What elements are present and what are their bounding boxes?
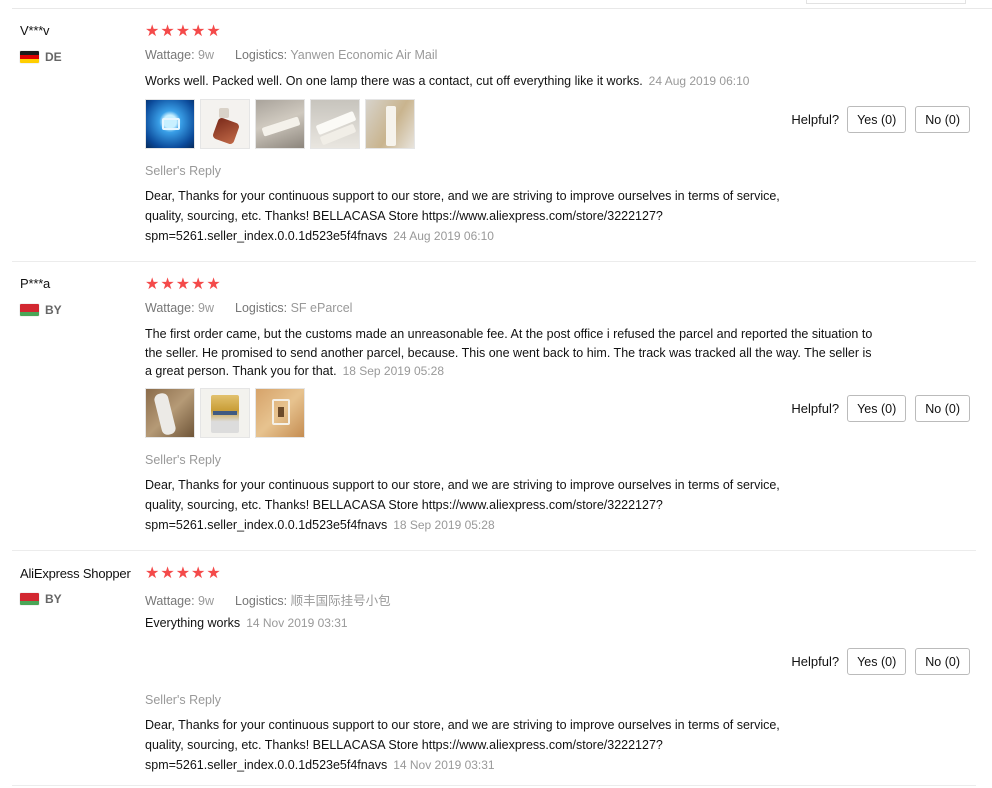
review-body: The first order came, but the customs ma… <box>145 327 873 378</box>
logistics-label: Logistics: <box>235 301 288 315</box>
helpful-votes: Helpful? Yes (0) No (0) <box>791 106 970 133</box>
top-divider <box>12 8 992 9</box>
review-photo[interactable] <box>145 388 195 438</box>
reviewer-country: BY <box>20 592 62 606</box>
review-photo[interactable] <box>200 99 250 149</box>
reviewer-country: BY <box>20 303 62 317</box>
review-date: 24 Aug 2019 06:10 <box>648 74 750 88</box>
wattage-label: Wattage: <box>145 594 195 608</box>
logistics-value: Yanwen Economic Air Mail <box>290 48 438 62</box>
flag-by-icon <box>20 593 39 605</box>
review-attributes: Wattage: 9w Logistics: SF eParcel <box>145 301 352 315</box>
wattage-label: Wattage: <box>145 48 195 62</box>
review-text: Everything works 14 Nov 2019 03:31 <box>145 614 875 633</box>
helpful-votes: Helpful? Yes (0) No (0) <box>791 648 970 675</box>
seller-reply-date: 24 Aug 2019 06:10 <box>393 229 494 243</box>
seller-reply-date: 18 Sep 2019 05:28 <box>393 518 495 532</box>
helpful-yes-button[interactable]: Yes (0) <box>847 395 907 422</box>
review-photo[interactable] <box>200 388 250 438</box>
review-photo[interactable] <box>255 99 305 149</box>
reviewer-name: AliExpress Shopper <box>20 566 131 581</box>
star-rating: ★★★★★ <box>145 23 222 40</box>
review-text: Works well. Packed well. On one lamp the… <box>145 72 875 91</box>
star-rating: ★★★★★ <box>145 276 222 293</box>
review-text: The first order came, but the customs ma… <box>145 325 875 381</box>
review-body: Everything works <box>145 616 241 630</box>
sort-dropdown-edge[interactable] <box>806 0 966 4</box>
helpful-no-button[interactable]: No (0) <box>915 395 970 422</box>
helpful-label: Helpful? <box>791 654 840 669</box>
seller-reply-title: Seller's Reply <box>145 693 222 707</box>
logistics-value: SF eParcel <box>290 301 353 315</box>
review-photos <box>145 99 415 149</box>
review-attributes: Wattage: 9w Logistics: Yanwen Economic A… <box>145 48 437 62</box>
review-photo[interactable] <box>255 388 305 438</box>
review-photo[interactable] <box>310 99 360 149</box>
helpful-yes-button[interactable]: Yes (0) <box>847 106 907 133</box>
reviewer-name: V***v <box>20 23 50 38</box>
country-code: BY <box>45 592 62 606</box>
wattage-value: 9w <box>198 594 215 608</box>
seller-reply-title: Seller's Reply <box>145 453 222 467</box>
helpful-yes-button[interactable]: Yes (0) <box>847 648 907 675</box>
star-rating: ★★★★★ <box>145 565 222 582</box>
wattage-value: 9w <box>198 48 215 62</box>
seller-reply-title: Seller's Reply <box>145 164 222 178</box>
flag-de-icon <box>20 51 39 63</box>
review-attributes: Wattage: 9w Logistics: 顺丰国际挂号小包 <box>145 590 391 609</box>
helpful-label: Helpful? <box>791 401 840 416</box>
review-divider <box>12 261 976 262</box>
logistics-value: 顺丰国际挂号小包 <box>290 594 391 608</box>
helpful-label: Helpful? <box>791 112 840 127</box>
helpful-no-button[interactable]: No (0) <box>915 648 970 675</box>
seller-reply: Dear, Thanks for your continuous support… <box>145 186 805 246</box>
review-photo[interactable] <box>145 99 195 149</box>
review-photos <box>145 388 305 438</box>
logistics-label: Logistics: <box>235 48 288 62</box>
review-date: 14 Nov 2019 03:31 <box>246 616 348 630</box>
bottom-divider <box>12 785 976 786</box>
review-photo[interactable] <box>365 99 415 149</box>
flag-by-icon <box>20 304 39 316</box>
wattage-label: Wattage: <box>145 301 195 315</box>
seller-reply: Dear, Thanks for your continuous support… <box>145 475 805 535</box>
country-code: DE <box>45 50 62 64</box>
helpful-votes: Helpful? Yes (0) No (0) <box>791 395 970 422</box>
wattage-value: 9w <box>198 301 215 315</box>
review-date: 18 Sep 2019 05:28 <box>342 364 444 378</box>
review-divider <box>12 550 976 551</box>
reviewer-name: P***a <box>20 276 51 291</box>
logistics-label: Logistics: <box>235 594 288 608</box>
country-code: BY <box>45 303 62 317</box>
review-body: Works well. Packed well. On one lamp the… <box>145 74 643 88</box>
seller-reply: Dear, Thanks for your continuous support… <box>145 715 805 775</box>
reviewer-country: DE <box>20 50 62 64</box>
helpful-no-button[interactable]: No (0) <box>915 106 970 133</box>
seller-reply-date: 14 Nov 2019 03:31 <box>393 758 495 772</box>
